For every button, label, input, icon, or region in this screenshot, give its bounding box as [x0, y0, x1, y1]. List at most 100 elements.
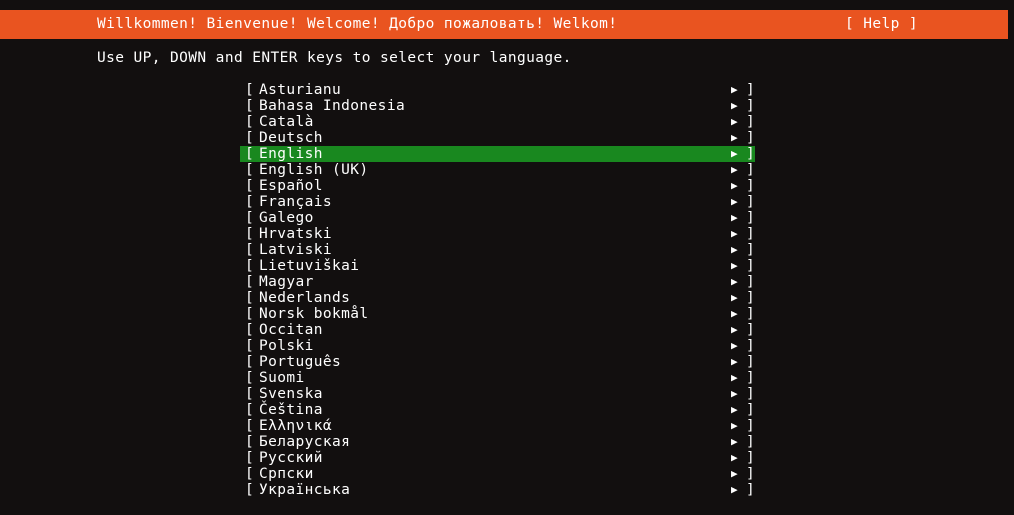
instruction-text: Use UP, DOWN and ENTER keys to select yo… — [97, 50, 572, 66]
language-option[interactable]: [Norsk bokmål ▶] — [240, 306, 755, 322]
bracket-close: ] — [746, 82, 755, 98]
top-banner: Willkommen! Bienvenue! Welcome! Добро по… — [0, 10, 1008, 39]
help-button[interactable]: [ Help ] — [845, 10, 918, 39]
language-label: Galego — [259, 210, 314, 226]
bracket-close: ] — [746, 146, 755, 162]
bracket-open: [ — [245, 114, 254, 130]
language-option[interactable]: [Nederlands ▶] — [240, 290, 755, 306]
submenu-arrow-icon: ▶ — [731, 179, 738, 192]
language-label: Беларуская — [259, 434, 351, 450]
language-label: Occitan — [259, 322, 323, 338]
submenu-arrow-icon: ▶ — [731, 419, 738, 432]
bracket-close: ] — [746, 226, 755, 242]
bracket-open: [ — [245, 386, 254, 402]
language-option[interactable]: [Català ▶] — [240, 114, 755, 130]
language-option[interactable]: [English (UK) ▶] — [240, 162, 755, 178]
language-option[interactable]: [ Hrvatski ▶] — [240, 226, 755, 242]
language-option[interactable]: [Português ▶] — [240, 354, 755, 370]
submenu-arrow-icon: ▶ — [731, 387, 738, 400]
submenu-arrow-icon: ▶ — [731, 227, 738, 240]
bracket-close: ] — [746, 290, 755, 306]
bracket-close: ] — [746, 194, 755, 210]
language-option[interactable]: [Svenska ▶] — [240, 386, 755, 402]
language-label: Hrvatski — [259, 226, 333, 242]
language-label: Latviski — [259, 242, 333, 258]
bracket-open: [ — [245, 322, 254, 338]
language-option[interactable]: [ Polski ▶] — [240, 338, 755, 354]
submenu-arrow-icon: ▶ — [731, 483, 738, 496]
language-label: Norsk bokmål — [259, 306, 369, 322]
language-option[interactable]: [Беларуская ▶] — [240, 434, 755, 450]
bracket-open: [ — [245, 402, 254, 418]
bracket-open: [ — [245, 242, 254, 258]
bracket-open: [ — [245, 306, 254, 322]
installer-screen: Willkommen! Bienvenue! Welcome! Добро по… — [0, 0, 1014, 515]
bracket-close: ] — [746, 450, 755, 466]
language-label: Català — [259, 114, 314, 130]
submenu-arrow-icon: ▶ — [731, 131, 738, 144]
bracket-open: [ — [245, 82, 254, 98]
bracket-close: ] — [746, 370, 755, 386]
bracket-close: ] — [746, 466, 755, 482]
submenu-arrow-icon: ▶ — [731, 467, 738, 480]
bracket-open: [ — [245, 482, 254, 498]
language-option[interactable]: [Latviski ▶] — [240, 242, 755, 258]
bracket-open: [ — [245, 258, 254, 274]
language-option[interactable]: [ Українська ▶] — [240, 482, 755, 498]
language-option[interactable]: [Bahasa Indonesia ▶] — [240, 98, 755, 114]
bracket-open: [ — [245, 146, 254, 162]
language-option[interactable]: [ Српски ▶] — [240, 466, 755, 482]
submenu-arrow-icon: ▶ — [731, 339, 738, 352]
submenu-arrow-icon: ▶ — [731, 291, 738, 304]
bracket-open: [ — [245, 338, 254, 354]
bracket-close: ] — [746, 258, 755, 274]
language-label: Русский — [259, 450, 323, 466]
language-option[interactable]: [ Ελληνικά ▶] — [240, 418, 755, 434]
language-label: Asturianu — [259, 82, 342, 98]
bracket-close: ] — [746, 210, 755, 226]
bracket-open: [ — [245, 98, 254, 114]
language-option[interactable]: [Lietuviškai ▶] — [240, 258, 755, 274]
language-option[interactable]: [Русский ▶] — [240, 450, 755, 466]
language-option[interactable]: [Magyar ▶] — [240, 274, 755, 290]
language-label: Ελληνικά — [259, 418, 333, 434]
submenu-arrow-icon: ▶ — [731, 115, 738, 128]
language-label: Lietuviškai — [259, 258, 360, 274]
submenu-arrow-icon: ▶ — [731, 371, 738, 384]
submenu-arrow-icon: ▶ — [731, 275, 738, 288]
submenu-arrow-icon: ▶ — [731, 163, 738, 176]
language-label: Српски — [259, 466, 314, 482]
submenu-arrow-icon: ▶ — [731, 403, 738, 416]
submenu-arrow-icon: ▶ — [731, 83, 738, 96]
language-option[interactable]: [Deutsch ▶] — [240, 130, 755, 146]
bracket-open: [ — [245, 450, 254, 466]
language-label: Suomi — [259, 370, 305, 386]
language-option[interactable]: [Français ▶] — [240, 194, 755, 210]
language-option[interactable]: [Čeština ▶] — [240, 402, 755, 418]
language-option[interactable]: [ Suomi ▶] — [240, 370, 755, 386]
bracket-open: [ — [245, 370, 254, 386]
language-option[interactable]: [ Occitan ▶] — [240, 322, 755, 338]
bracket-close: ] — [746, 322, 755, 338]
bracket-open: [ — [245, 466, 254, 482]
bracket-open: [ — [245, 226, 254, 242]
submenu-arrow-icon: ▶ — [731, 147, 738, 160]
bracket-close: ] — [746, 338, 755, 354]
submenu-arrow-icon: ▶ — [731, 99, 738, 112]
language-label: Polski — [259, 338, 314, 354]
language-label: Українська — [259, 482, 351, 498]
bracket-close: ] — [746, 386, 755, 402]
bracket-close: ] — [746, 418, 755, 434]
bracket-open: [ — [245, 194, 254, 210]
bracket-open: [ — [245, 418, 254, 434]
language-option[interactable]: [ Asturianu ▶] — [240, 82, 755, 98]
submenu-arrow-icon: ▶ — [731, 243, 738, 256]
submenu-arrow-icon: ▶ — [731, 323, 738, 336]
language-label: English (UK) — [259, 162, 369, 178]
language-option[interactable]: [English ▶] — [240, 146, 755, 162]
bracket-open: [ — [245, 434, 254, 450]
language-option[interactable]: [Galego ▶] — [240, 210, 755, 226]
bracket-close: ] — [746, 482, 755, 498]
language-option[interactable]: [Español ▶] — [240, 178, 755, 194]
bracket-open: [ — [245, 210, 254, 226]
